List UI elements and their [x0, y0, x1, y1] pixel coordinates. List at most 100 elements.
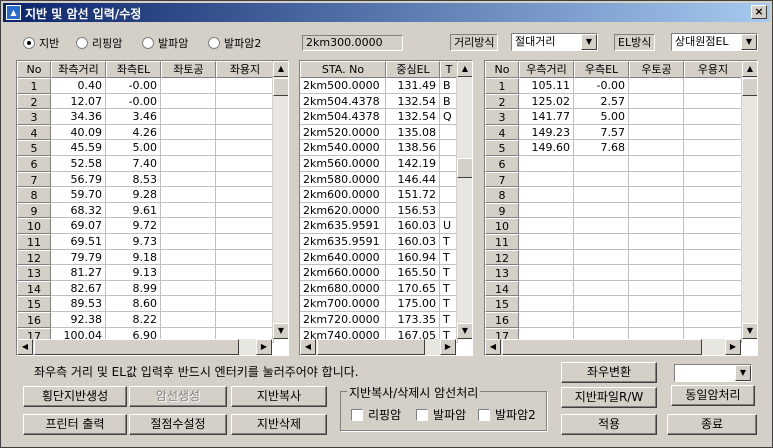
- table-row[interactable]: 9: [485, 202, 757, 219]
- table-cell[interactable]: 2km504.4378: [300, 93, 386, 110]
- table-row[interactable]: 2km500.0000 131.49 B: [300, 78, 472, 94]
- table-cell[interactable]: 165.50: [386, 265, 440, 281]
- table-cell[interactable]: [574, 171, 629, 188]
- horizontal-scrollbar[interactable]: ◀ ▶: [17, 339, 272, 355]
- table-cell[interactable]: [574, 233, 629, 250]
- table-row[interactable]: 10: [485, 218, 757, 234]
- table-cell[interactable]: 2km500.0000: [300, 78, 386, 94]
- radio-blasting-rock[interactable]: 발파암: [142, 36, 188, 50]
- table-cell[interactable]: [161, 296, 216, 312]
- checkbox-blasting-rock[interactable]: 발파암: [416, 406, 466, 423]
- table-cell[interactable]: 3.46: [106, 109, 161, 125]
- table-cell[interactable]: 68.32: [51, 202, 106, 219]
- table-cell[interactable]: 2km504.4378: [300, 109, 386, 125]
- table-cell[interactable]: -0.00: [106, 93, 161, 110]
- table-cell[interactable]: 59.70: [51, 187, 106, 203]
- table-cell[interactable]: 160.94: [386, 249, 440, 266]
- horizontal-scrollbar[interactable]: ◀ ▶: [485, 339, 741, 355]
- scroll-thumb[interactable]: [273, 78, 288, 96]
- table-cell[interactable]: 8.60: [106, 296, 161, 312]
- printer-output-button[interactable]: 프린터 출력: [23, 414, 127, 435]
- table-row[interactable]: 1 0.40 -0.00: [17, 78, 288, 94]
- table-cell[interactable]: 2km680.0000: [300, 280, 386, 297]
- table-cell[interactable]: [629, 187, 684, 203]
- table-row[interactable]: 9 68.32 9.61: [17, 202, 288, 219]
- table-row[interactable]: 15: [485, 296, 757, 312]
- table-cell[interactable]: [216, 187, 274, 203]
- table-cell[interactable]: 2km635.9591: [300, 233, 386, 250]
- table-row[interactable]: 2km540.0000 138.56: [300, 140, 472, 156]
- scroll-left-icon[interactable]: ◀: [17, 339, 33, 355]
- table-cell[interactable]: 141.77: [519, 109, 574, 125]
- table-cell[interactable]: 9.72: [106, 218, 161, 234]
- table-cell[interactable]: [684, 187, 742, 203]
- table-row[interactable]: 2km504.4378 132.54 B: [300, 93, 472, 110]
- table-cell[interactable]: 2.57: [574, 93, 629, 110]
- table-cell[interactable]: 170.65: [386, 280, 440, 297]
- table-cell[interactable]: [216, 296, 274, 312]
- scroll-thumb[interactable]: [502, 339, 702, 355]
- table-row[interactable]: 2km680.0000 170.65 T: [300, 280, 472, 297]
- table-cell[interactable]: 45.59: [51, 140, 106, 156]
- table-cell[interactable]: 2km540.0000: [300, 140, 386, 156]
- ground-copy-button[interactable]: 지반복사: [231, 386, 327, 407]
- table-cell[interactable]: 2km700.0000: [300, 296, 386, 312]
- table-row[interactable]: 15 89.53 8.60: [17, 296, 288, 312]
- checkbox-ripping-rock[interactable]: 리핑암: [351, 406, 401, 423]
- vertical-scrollbar[interactable]: ▲ ▼: [456, 61, 472, 339]
- table-cell[interactable]: [684, 109, 742, 125]
- table-cell[interactable]: [161, 202, 216, 219]
- table-row[interactable]: 14 82.67 8.99: [17, 280, 288, 297]
- table-cell[interactable]: -0.00: [574, 78, 629, 94]
- table-cell[interactable]: 9.13: [106, 265, 161, 281]
- table-cell[interactable]: 7.57: [574, 124, 629, 141]
- table-row[interactable]: 1 105.11 -0.00: [485, 78, 757, 94]
- table-cell[interactable]: [216, 155, 274, 172]
- table-cell[interactable]: 40.09: [51, 124, 106, 141]
- table-cell[interactable]: 5.00: [106, 140, 161, 156]
- table-cell[interactable]: 125.02: [519, 93, 574, 110]
- scroll-left-icon[interactable]: ◀: [300, 339, 316, 355]
- table-cell[interactable]: 4.26: [106, 124, 161, 141]
- scroll-down-icon[interactable]: ▼: [273, 323, 288, 339]
- table-row[interactable]: 6: [485, 155, 757, 172]
- table-cell[interactable]: 132.54: [386, 109, 440, 125]
- table-cell[interactable]: 82.67: [51, 280, 106, 297]
- table-row[interactable]: 2 12.07 -0.00: [17, 93, 288, 110]
- table-cell[interactable]: [629, 218, 684, 234]
- table-cell[interactable]: [161, 218, 216, 234]
- scroll-thumb[interactable]: [742, 78, 757, 96]
- table-cell[interactable]: [519, 187, 574, 203]
- table-cell[interactable]: 131.49: [386, 78, 440, 94]
- table-row[interactable]: 8 59.70 9.28: [17, 187, 288, 203]
- table-cell[interactable]: [161, 265, 216, 281]
- table-cell[interactable]: [216, 93, 274, 110]
- table-row[interactable]: 11 69.51 9.73: [17, 233, 288, 250]
- table-cell[interactable]: [161, 187, 216, 203]
- same-rock-button[interactable]: 동일암처리: [671, 385, 755, 406]
- table-row[interactable]: 2km720.0000 173.35 T: [300, 311, 472, 328]
- table-cell[interactable]: 160.03: [386, 233, 440, 250]
- table-cell[interactable]: [684, 265, 742, 281]
- table-cell[interactable]: [519, 296, 574, 312]
- table-row[interactable]: 11: [485, 233, 757, 250]
- table-cell[interactable]: [161, 249, 216, 266]
- table-cell[interactable]: [629, 78, 684, 94]
- table-cell[interactable]: 138.56: [386, 140, 440, 156]
- table-cell[interactable]: [574, 296, 629, 312]
- chevron-down-icon[interactable]: ▼: [735, 365, 751, 381]
- table-cell[interactable]: [574, 280, 629, 297]
- table-cell[interactable]: 175.00: [386, 296, 440, 312]
- right-ground-table[interactable]: No 우측거리 우측EL 우토공 우용지 1 105.11 -0.00 2 125.02…: [484, 60, 758, 356]
- left-ground-table[interactable]: No 좌측거리 좌측EL 좌토공 좌용지 1 0.40 -0.00 2 12.07 -0.…: [16, 60, 289, 356]
- table-cell[interactable]: [629, 249, 684, 266]
- table-cell[interactable]: -0.00: [106, 78, 161, 94]
- scroll-right-icon[interactable]: ▶: [440, 339, 456, 355]
- table-cell[interactable]: [519, 233, 574, 250]
- table-row[interactable]: 7: [485, 171, 757, 188]
- close-dialog-button[interactable]: 종료: [667, 414, 757, 435]
- table-row[interactable]: 2km620.0000 156.53: [300, 202, 472, 219]
- table-cell[interactable]: [684, 296, 742, 312]
- station-table[interactable]: STA. No 중심EL T 2km500.0000 131.49 B 2km504.…: [299, 60, 473, 356]
- table-cell[interactable]: [574, 218, 629, 234]
